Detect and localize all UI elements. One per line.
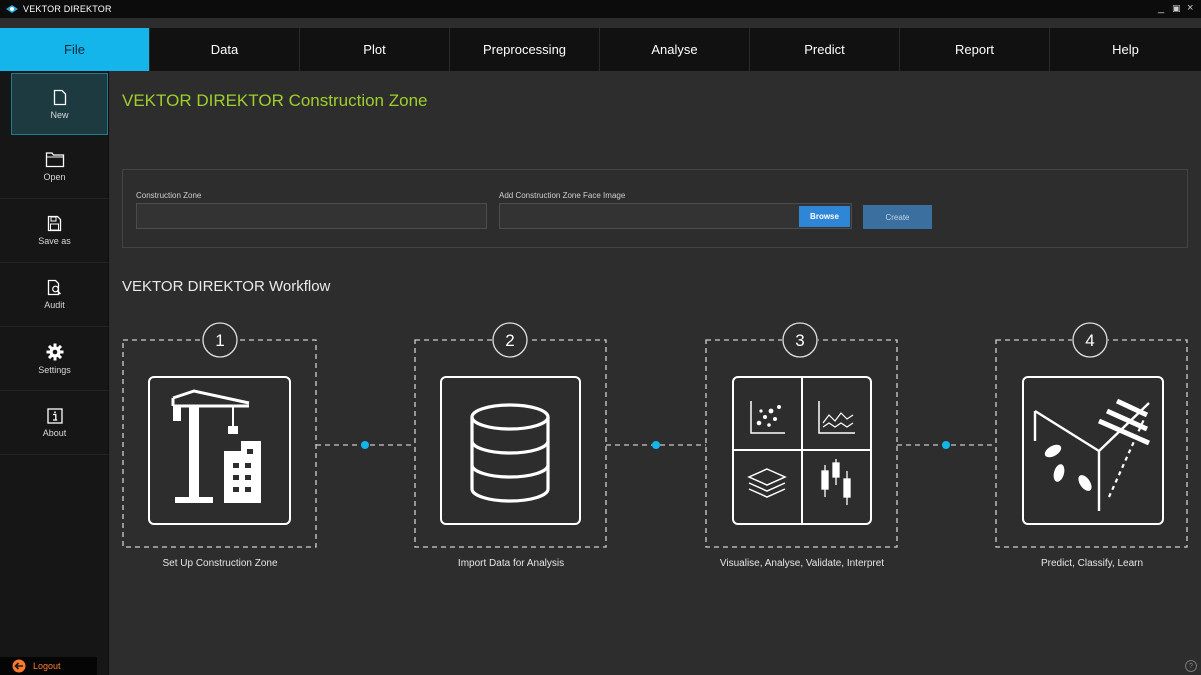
audit-icon [47, 279, 61, 296]
step-number: 3 [795, 331, 804, 350]
menu-file[interactable]: File [0, 28, 150, 71]
sidebar-item-new[interactable]: New [11, 73, 108, 135]
workflow-heading: VEKTOR DIREKTOR Workflow [122, 278, 331, 295]
sidebar-item-audit[interactable]: Audit [0, 263, 109, 327]
menu-data[interactable]: Data [150, 28, 300, 71]
logout-arrow-icon [12, 659, 26, 673]
sidebar-item-about[interactable]: About [0, 391, 109, 455]
close-button[interactable]: × [1187, 2, 1193, 14]
step-number: 4 [1085, 331, 1094, 350]
sidebar-item-save-as[interactable]: Save as [0, 199, 109, 263]
create-button[interactable]: Create [863, 205, 932, 229]
workflow-step-caption: Set Up Construction Zone [162, 558, 278, 569]
sidebar-item-label: Audit [44, 300, 65, 310]
workflow-step-2[interactable]: 2 [414, 322, 607, 548]
browse-button[interactable]: Browse [799, 206, 850, 227]
construction-zone-input[interactable] [136, 203, 487, 229]
title-bar: VEKTOR DIREKTOR _ ▣ × [0, 0, 1201, 18]
menu-help[interactable]: Help [1050, 28, 1201, 71]
construction-zone-form: Construction Zone Add Construction Zone … [122, 169, 1188, 248]
logout-label: Logout [33, 661, 61, 671]
workflow-diagram: 1 2 3 4 [122, 322, 1188, 548]
model-cube-icon [1033, 398, 1151, 511]
workflow-connector [897, 441, 996, 449]
sidebar-item-open[interactable]: Open [0, 135, 109, 199]
info-icon [46, 407, 63, 424]
window-title: VEKTOR DIREKTOR [23, 4, 112, 14]
open-folder-icon [45, 152, 64, 168]
menu-analyse[interactable]: Analyse [600, 28, 750, 71]
help-corner-icon[interactable]: ? [1185, 660, 1197, 672]
logout-button[interactable]: Logout [0, 657, 97, 675]
restore-button[interactable]: ▣ [1172, 2, 1181, 14]
step-number: 2 [505, 331, 514, 350]
workflow-step-caption: Predict, Classify, Learn [1040, 558, 1144, 569]
step-number: 1 [215, 331, 224, 350]
save-as-icon [47, 215, 62, 232]
main-menu-bar: File Data Plot Preprocessing Analyse Pre… [0, 28, 1201, 71]
construction-crane-icon [171, 389, 261, 503]
file-sidebar: New Open Save as Audit Settings About Lo… [0, 71, 109, 675]
workflow-step-caption: Import Data for Analysis [457, 558, 565, 569]
face-image-label: Add Construction Zone Face Image [499, 191, 626, 200]
menu-preprocessing[interactable]: Preprocessing [450, 28, 600, 71]
sidebar-item-label: New [50, 109, 69, 120]
gear-icon [46, 343, 63, 360]
sidebar-item-label: About [42, 427, 67, 438]
main-content: VEKTOR DIREKTOR Construction Zone Constr… [109, 71, 1201, 675]
minimize-button[interactable]: _ [1158, 2, 1164, 14]
workflow-connector [606, 441, 706, 449]
app-window: VEKTOR DIREKTOR _ ▣ × File Data Plot Pre… [0, 0, 1201, 675]
menu-report[interactable]: Report [900, 28, 1050, 71]
workflow-step-1[interactable]: 1 [122, 322, 317, 548]
chart-grid-icon [733, 377, 871, 524]
menu-plot[interactable]: Plot [300, 28, 450, 71]
workflow-connector [316, 441, 415, 449]
app-logo-icon [6, 5, 18, 13]
sidebar-item-settings[interactable]: Settings [0, 327, 109, 391]
sidebar-item-label: Settings [38, 364, 71, 375]
construction-zone-label: Construction Zone [136, 191, 202, 200]
database-icon [470, 403, 550, 503]
workflow-step-4[interactable]: 4 [995, 322, 1188, 548]
workflow-step-caption: Visualise, Analyse, Validate, Interpret [719, 558, 885, 569]
construction-zone-heading: VEKTOR DIREKTOR Construction Zone [122, 91, 428, 110]
sidebar-item-label: Save as [38, 236, 71, 246]
menu-predict[interactable]: Predict [750, 28, 900, 71]
new-file-icon [53, 89, 66, 105]
workflow-step-3[interactable]: 3 [705, 322, 898, 548]
sidebar-item-label: Open [43, 172, 66, 182]
